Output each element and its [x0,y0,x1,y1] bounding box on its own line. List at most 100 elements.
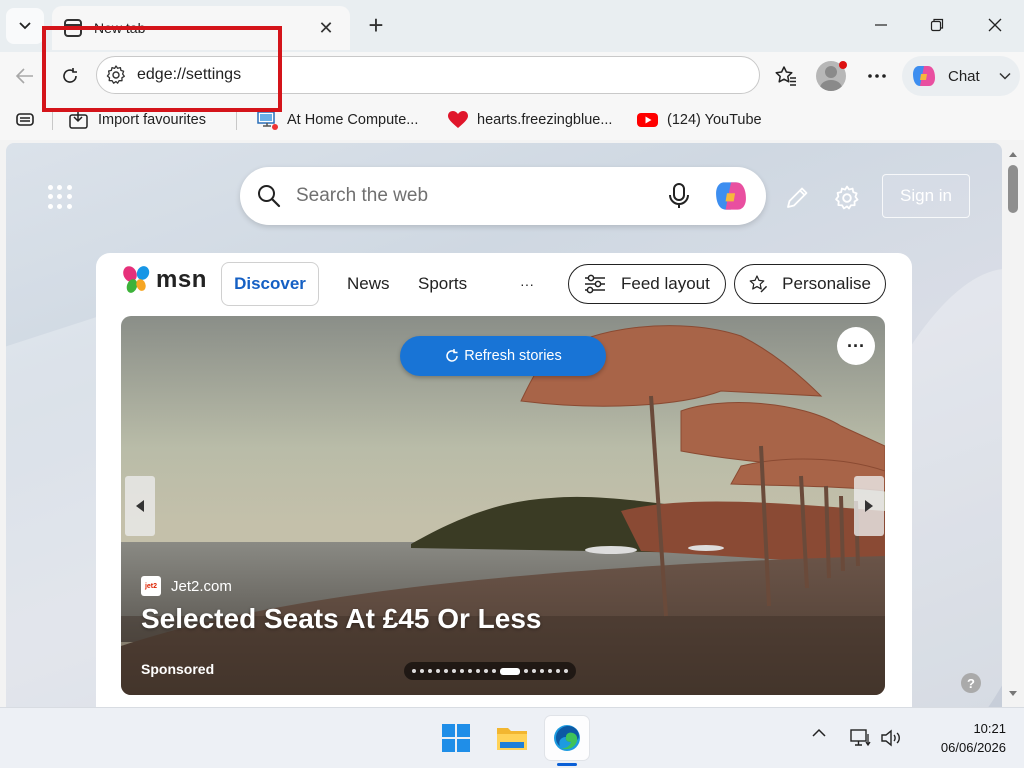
carousel-dot[interactable] [492,669,496,673]
msn-feed-card: msn Discover News Sports ··· Feed layout… [96,253,912,707]
feed-layout-label: Feed layout [621,274,710,293]
refresh-stories-button[interactable]: Refresh stories [400,336,606,376]
carousel-dot[interactable] [484,669,488,673]
msn-wordmark: msn [156,266,207,293]
refresh-icon [446,349,458,362]
edge-icon [554,725,580,751]
carousel-next-button[interactable] [854,476,884,536]
divider [236,110,237,130]
scrollbar-thumb[interactable] [1008,165,1018,213]
show-hidden-icons-button[interactable] [812,728,826,738]
carousel-dot[interactable] [428,669,432,673]
carousel-dot[interactable] [444,669,448,673]
start-button[interactable] [434,716,478,760]
clock[interactable]: 10:21 06/06/2026 [912,719,1006,757]
more-tabs-button[interactable]: ··· [520,262,534,306]
carousel-dot[interactable] [548,669,552,673]
search-icon [258,185,281,208]
favourite-youtube[interactable]: (124) YouTube [637,108,762,132]
help-question-icon[interactable]: ? [961,673,981,693]
sponsored-label: Sponsored [141,661,215,677]
favourite-label: (124) YouTube [667,112,762,128]
chat-label: Chat [948,67,980,85]
speaker-icon [881,729,900,747]
file-explorer-button[interactable] [490,716,534,760]
edit-pencil-icon[interactable] [780,181,814,215]
windows-taskbar: 10:21 06/06/2026 [0,707,1024,768]
copilot-chat-button[interactable]: Chat [902,56,1020,96]
favourite-label: At Home Compute... [287,112,419,128]
minimize-icon [875,24,887,26]
file-explorer-icon [497,728,527,750]
new-tab-button[interactable]: + [362,12,390,40]
minimize-button[interactable] [866,12,896,38]
msn-logo[interactable]: msn [122,265,207,295]
favourite-label: hearts.freezingblue... [477,112,613,128]
tab-news[interactable]: News [347,262,390,306]
tab-actions-icon-button[interactable] [14,108,36,132]
scroll-down-icon[interactable] [1008,689,1018,699]
tab-sports[interactable]: Sports [418,262,467,306]
back-button[interactable] [9,60,41,92]
carousel-dot[interactable] [452,669,456,673]
restore-icon [930,18,944,32]
page-scrollbar[interactable] [1002,143,1024,707]
tab-close-icon[interactable]: ✕ [314,18,338,39]
sign-in-button[interactable]: Sign in [882,174,970,218]
app-launcher-grid-icon[interactable] [48,185,72,209]
carousel-dot[interactable] [556,669,560,673]
page-settings-gear-icon[interactable] [830,181,864,215]
star-list-icon [775,66,796,86]
carousel-previous-button[interactable] [125,476,155,536]
carousel-dot[interactable] [532,669,536,673]
profile-notification-dot [839,61,847,69]
back-arrow-icon [15,68,33,84]
jet2-logo-icon: jet2 [141,576,161,596]
carousel-dot[interactable] [412,669,416,673]
carousel-dot[interactable] [564,669,568,673]
sliders-icon [585,274,605,294]
microphone-icon[interactable] [668,182,690,210]
triangle-left-icon [136,500,144,512]
tab-discover[interactable]: Discover [221,262,319,306]
volume-button[interactable] [880,728,904,748]
hero-story-card[interactable]: Refresh stories ··· jet2 Jet2.com Select… [121,316,885,695]
new-tab-page: Sign in msn Discover News Sports ··· Fee… [6,143,1002,707]
carousel-dot[interactable] [436,669,440,673]
favourite-hearts[interactable]: hearts.freezingblue... [447,108,612,132]
carousel-dot[interactable] [540,669,544,673]
settings-and-more-button[interactable] [861,60,893,92]
carousel-pagination [404,662,576,680]
tab-actions-menu-button[interactable] [6,8,44,44]
favourite-label: Import favourites [98,112,206,128]
divider [52,110,53,130]
web-search-box[interactable] [240,167,766,225]
heart-icon [447,110,469,130]
network-button[interactable] [850,728,872,748]
story-more-options-button[interactable]: ··· [837,327,875,365]
restore-button[interactable] [922,12,952,38]
feed-layout-button[interactable]: Feed layout [568,264,726,304]
copilot-icon [913,66,935,86]
story-headline[interactable]: Selected Seats At £45 Or Less [141,603,542,635]
clock-date: 06/06/2026 [940,740,1006,755]
carousel-dot[interactable] [460,669,464,673]
active-app-indicator [557,763,577,766]
carousel-dot[interactable] [420,669,424,673]
story-source[interactable]: jet2 Jet2.com [141,576,232,596]
chevron-down-icon [19,22,31,30]
scroll-up-icon[interactable] [1008,149,1018,159]
edge-taskbar-button[interactable] [545,716,589,760]
msn-butterfly-icon [123,266,150,293]
favourites-button[interactable] [770,60,802,92]
copilot-icon[interactable] [712,177,750,215]
search-input[interactable] [296,185,668,207]
personalise-button[interactable]: Personalise [734,264,886,304]
more-horizontal-icon [868,74,886,78]
youtube-icon [637,112,659,128]
carousel-dot-active[interactable] [500,667,520,675]
carousel-dot[interactable] [476,669,480,673]
carousel-dot[interactable] [524,669,528,673]
close-window-button[interactable] [980,12,1010,38]
carousel-dot[interactable] [468,669,472,673]
